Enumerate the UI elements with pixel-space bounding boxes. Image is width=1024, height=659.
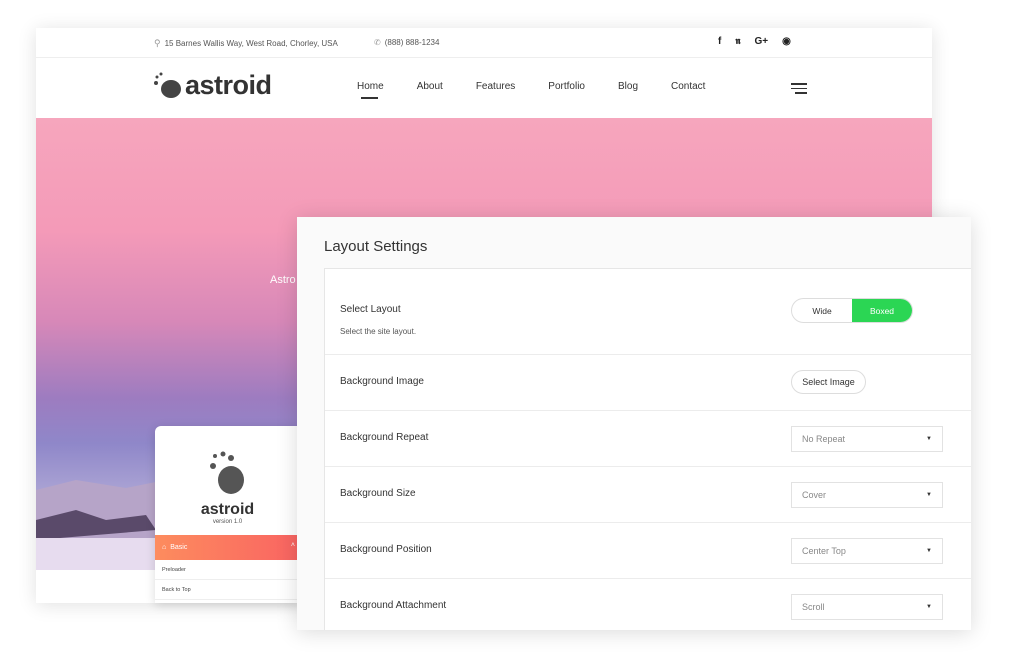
asteroid-logo-icon [209,451,244,494]
background-position-row: Background Position Center Top ▼ [325,523,971,579]
background-repeat-row: Background Repeat No Repeat ▼ [325,411,971,467]
caret-down-icon: ▼ [926,548,932,554]
wide-option[interactable]: Wide [792,299,852,322]
nav-features[interactable]: Features [476,81,515,92]
hamburger-menu-icon[interactable] [791,83,807,97]
nav-portfolio[interactable]: Portfolio [548,81,585,92]
basic-section-header[interactable]: ⌂ Basic ˄ [155,535,300,560]
map-pin-icon: ⚲ [154,38,161,48]
background-size-row: Background Size Cover ▼ [325,467,971,523]
layout-toggle[interactable]: Wide Boxed [791,298,913,323]
hero-text: Astro [270,274,296,286]
caret-down-icon: ▼ [926,604,932,610]
logo[interactable]: astroid [153,70,272,101]
boxed-option[interactable]: Boxed [852,299,912,322]
background-position-select[interactable]: Center Top ▼ [791,538,943,564]
sidebar-item-back-to-top[interactable]: Back to Top [155,580,300,600]
background-attachment-select[interactable]: Scroll ▼ [791,594,943,620]
asteroid-logo-icon [154,72,181,98]
nav-about[interactable]: About [417,81,443,92]
nav-contact[interactable]: Contact [671,81,705,92]
address: 15 Barnes Wallis Way, West Road, Chorley… [164,39,338,48]
caret-down-icon: ▼ [926,436,932,442]
twitter-icon[interactable]: 𝖓 [735,36,740,47]
background-image-row: Background Image Select Image [325,355,971,411]
nav-blog[interactable]: Blog [618,81,638,92]
background-repeat-select[interactable]: No Repeat ▼ [791,426,943,452]
github-icon[interactable]: ◉ [782,36,791,47]
select-layout-row: Select Layout Select the site layout. Wi… [325,269,971,355]
phone: (888) 888-1234 [384,38,440,47]
nav-home[interactable]: Home [357,81,384,99]
phone-icon: ✆ [374,38,381,47]
facebook-icon[interactable]: f [718,36,721,47]
home-icon: ⌂ [162,544,167,551]
google-plus-icon[interactable]: G+ [755,36,769,47]
top-bar: ⚲ 15 Barnes Wallis Way, West Road, Chorle… [36,28,932,58]
panel-title: Layout Settings [324,238,428,255]
caret-down-icon: ▼ [926,492,932,498]
layout-settings-panel: Layout Settings Select Layout Select the… [297,217,971,630]
background-size-select[interactable]: Cover ▼ [791,482,943,508]
chevron-up-icon: ˄ [290,542,295,549]
select-image-button[interactable]: Select Image [791,370,866,394]
sidebar-item-preloader[interactable]: Preloader [155,560,300,580]
admin-sidebar-card: astroid version 1.0 ⌂ Basic ˄ Preloader Ba… [155,426,300,603]
main-nav: astroid Home About Features Portfolio Bl… [36,58,932,118]
background-attachment-row: Background Attachment Scroll ▼ [325,579,971,635]
